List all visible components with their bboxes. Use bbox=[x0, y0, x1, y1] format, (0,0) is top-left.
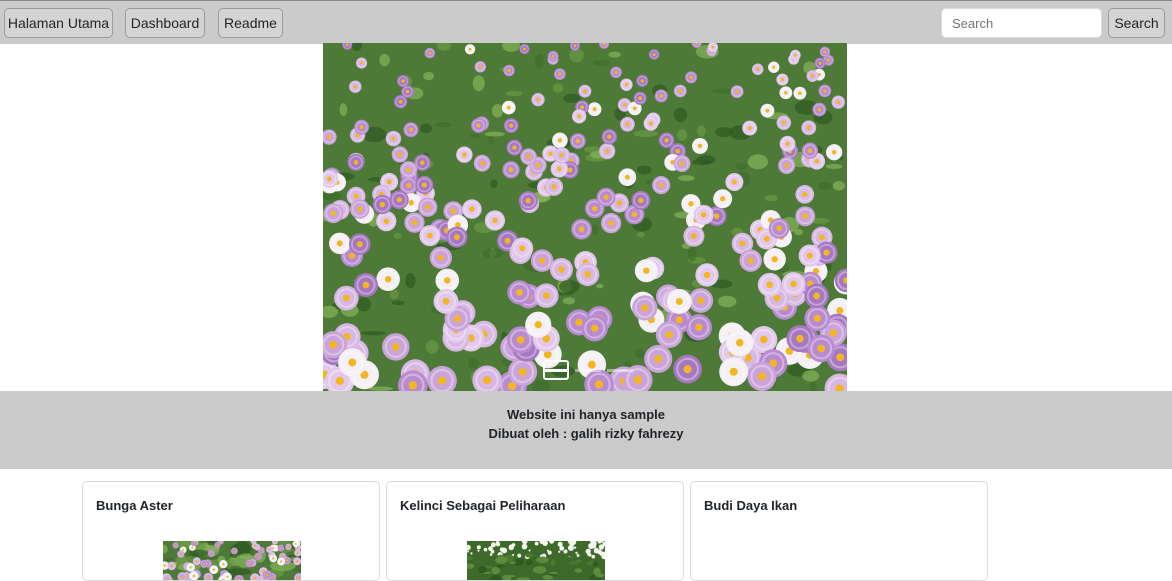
nav-button-dashboard[interactable]: Dashboard bbox=[125, 8, 205, 38]
carousel-indicator-3[interactable] bbox=[607, 369, 633, 372]
article-card-budi-daya-ikan[interactable]: Budi Daya Ikan bbox=[690, 481, 988, 581]
article-card-bunga-aster[interactable]: Bunga Aster bbox=[82, 481, 380, 581]
carousel-indicators bbox=[543, 360, 633, 381]
nav-button-readme[interactable]: Readme bbox=[218, 8, 283, 38]
search-input[interactable] bbox=[941, 8, 1102, 38]
flower-field-image bbox=[323, 43, 847, 391]
search-button[interactable]: Search bbox=[1108, 8, 1165, 38]
rabbit-meadow-thumbnail bbox=[467, 541, 605, 580]
footer-author: Dibuat oleh : galih rizky fahrezy bbox=[488, 426, 684, 441]
site-footer-band: Website ini hanya sample Dibuat oleh : g… bbox=[0, 391, 1172, 469]
top-navbar: Halaman Utama Dashboard Readme Search bbox=[0, 0, 1172, 44]
aster-flowers-thumbnail bbox=[163, 541, 301, 580]
carousel-indicator-2[interactable] bbox=[575, 369, 601, 372]
article-card-kelinci[interactable]: Kelinci Sebagai Peliharaan bbox=[386, 481, 684, 581]
hero-carousel bbox=[323, 43, 847, 391]
nav-button-halaman-utama[interactable]: Halaman Utama bbox=[4, 8, 113, 38]
card-title[interactable]: Kelinci Sebagai Peliharaan bbox=[400, 498, 565, 513]
footer-note: Website ini hanya sample bbox=[507, 407, 665, 422]
card-title[interactable]: Bunga Aster bbox=[96, 498, 173, 513]
carousel-indicator-1[interactable] bbox=[543, 369, 569, 372]
card-title[interactable]: Budi Daya Ikan bbox=[704, 498, 797, 513]
